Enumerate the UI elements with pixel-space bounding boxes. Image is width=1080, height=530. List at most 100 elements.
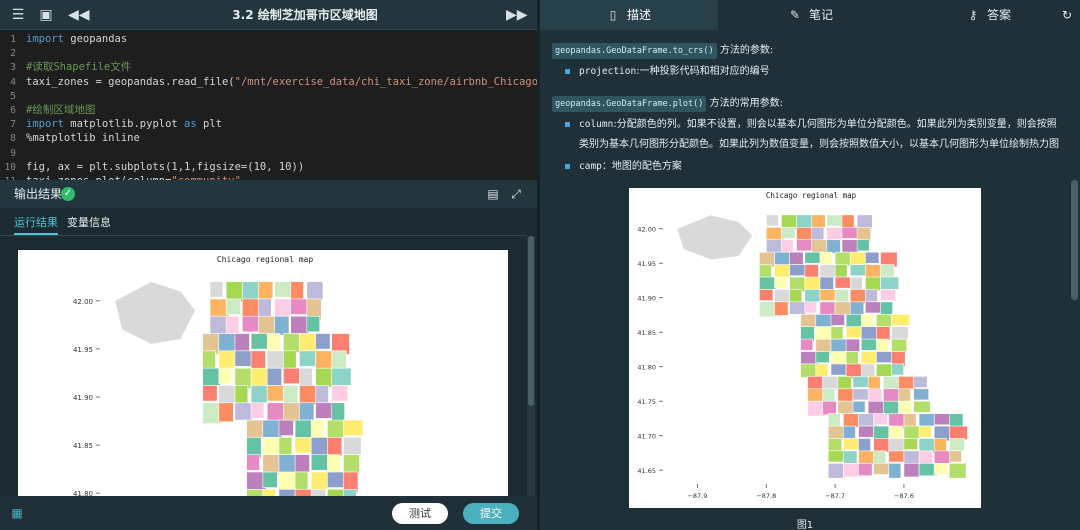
to-crs-text: 方法的参数: (719, 45, 774, 56)
map-region (765, 214, 779, 227)
map-region (849, 264, 866, 277)
code-line[interactable]: 2 (0, 46, 537, 61)
scrollbar-thumb[interactable] (528, 236, 534, 406)
map-region (765, 239, 784, 254)
bullet-column: column:分配颜色的列。如果不设置，则会以基本几何图形为单位分配颜色。如果此… (579, 118, 1057, 132)
map-region (800, 313, 817, 329)
figure-caption: 图1 (796, 520, 814, 530)
map-region (819, 276, 834, 290)
code-line[interactable]: 3 #读取Shapefile文件 (0, 60, 537, 75)
rewind-icon[interactable]: ◀◀ (68, 6, 90, 24)
map-region (246, 489, 265, 496)
tab-notes[interactable]: ✎ 笔记 (788, 0, 833, 30)
y-tick-label: 42.00 (637, 226, 656, 234)
map-region (781, 239, 794, 253)
map-region (290, 315, 309, 334)
list-icon[interactable]: ☰ (9, 6, 27, 24)
map-region (262, 489, 277, 496)
y-tick-label: 42.00 (73, 298, 93, 306)
map-region (858, 450, 876, 465)
map-region (202, 385, 218, 402)
line-number: 4 (10, 76, 16, 88)
y-tick-label: 41.85 (73, 442, 93, 450)
toolbox-icon[interactable]: ▦ (9, 505, 25, 521)
map-region (843, 413, 859, 428)
map-region (327, 489, 346, 496)
map-region (856, 214, 873, 229)
code-line[interactable]: 7 import matplotlib.pyplot as plt (0, 117, 537, 132)
code-text: #绘制区域地图 (26, 104, 96, 116)
tab-run-result[interactable]: 运行结果 (14, 214, 58, 235)
map-region (250, 333, 270, 350)
map-region (266, 350, 286, 371)
map-region (845, 326, 862, 339)
map-region (218, 350, 236, 369)
line-number: 1 (10, 34, 16, 45)
tab-description[interactable]: ▯ 描述 (540, 0, 718, 30)
code-line[interactable]: 6 #绘制区域地图 (0, 103, 537, 118)
line-number: 9 (10, 147, 16, 159)
map-region (278, 489, 296, 496)
file-icon[interactable]: ▤ (485, 186, 501, 202)
description-scrollbar[interactable] (1071, 180, 1078, 300)
output-tabs: 运行结果 变量信息 (0, 208, 537, 236)
map-region (876, 326, 891, 341)
y-tick-label: 41.95 (637, 260, 656, 268)
y-tick-label: 41.75 (637, 398, 656, 406)
map-region (933, 462, 949, 475)
map-region (888, 450, 905, 463)
map-region (225, 298, 241, 315)
reset-icon[interactable]: ↻ (1058, 0, 1076, 30)
map-region (114, 281, 196, 345)
map-region (834, 251, 851, 267)
map-region (858, 462, 873, 477)
code-line[interactable]: 1 import geopandas (0, 32, 537, 47)
map-region (774, 301, 789, 316)
map-region (331, 350, 347, 371)
map-region (209, 315, 229, 336)
map-region (882, 388, 901, 403)
map-region (903, 413, 917, 428)
exercise-title: 3.2 绘制芝加哥市区域地图 (232, 8, 378, 22)
map-region (789, 251, 804, 265)
screen-icon[interactable]: ▣ (37, 6, 55, 24)
map-region (234, 385, 249, 405)
map-region (865, 301, 883, 314)
map-region (891, 313, 911, 326)
fast-forward-icon[interactable]: ▶▶ (506, 6, 528, 24)
line-number: 2 (10, 48, 16, 60)
x-tick-label: −87.7 (825, 492, 845, 500)
map-region (218, 367, 233, 385)
map-region (837, 376, 852, 390)
code-line[interactable]: 5 (0, 89, 537, 104)
map-region (306, 315, 321, 333)
tab-variable-info[interactable]: 变量信息 (67, 214, 111, 230)
map-region (845, 351, 859, 366)
action-bar: ▦ 测试 提交 (0, 496, 537, 530)
expand-icon[interactable]: ⤢ (508, 186, 524, 202)
map-region (258, 298, 272, 319)
code-line[interactable]: 10 fig, ax = plt.subplots(1,1,figsize=(10… (0, 160, 537, 175)
output-scrollbar[interactable] (527, 236, 535, 496)
map-region (774, 264, 790, 278)
map-region (860, 363, 876, 378)
map-region (310, 489, 327, 496)
line-number: 6 (10, 105, 16, 116)
tab-answer[interactable]: ⚷ 答案 (966, 0, 1011, 30)
code-line[interactable]: 8 %matplotlib inline (0, 131, 537, 146)
map-region (258, 281, 274, 300)
map-region (310, 471, 328, 490)
map-region (856, 239, 870, 252)
submit-button[interactable]: 提交 (463, 503, 519, 524)
code-editor[interactable]: 1 import geopandas 2 3 #读取Shapefile文件 4 taxi_z… (0, 30, 537, 180)
test-button[interactable]: 测试 (392, 503, 448, 524)
output-plot: Chicago regional map 42.00 41.95 41.90 41.85… (18, 250, 508, 496)
map-region (278, 437, 293, 455)
document-icon: ▯ (609, 8, 617, 22)
code-line[interactable]: 9 (0, 146, 537, 161)
map-region (811, 214, 826, 228)
chart-title: Chicago regional map (766, 191, 857, 200)
map-region (852, 376, 870, 388)
code-line[interactable]: 4 taxi_zones = geopandas.read_file("/mnt/… (0, 75, 537, 90)
map-region (903, 462, 920, 478)
